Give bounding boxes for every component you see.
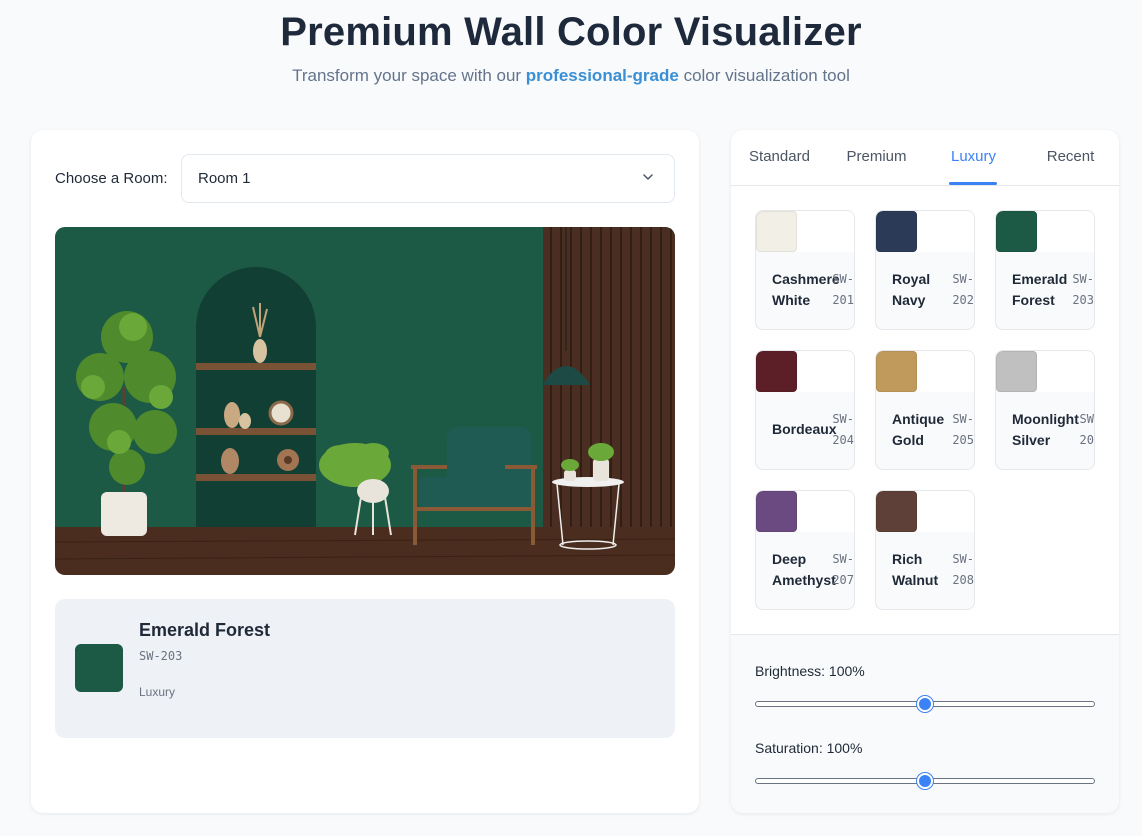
room-selector-label: Choose a Room: [55,170,168,187]
color-chip[interactable]: Emerald Forest SW- 203 [995,210,1095,330]
color-chip-name: Royal Navy [892,271,931,308]
color-chip-swatch [996,211,1037,252]
category-tabs: Standard Premium Luxury Recent [731,130,1119,186]
planter [101,492,147,536]
color-chip[interactable]: Antique Gold SW- 205 [875,350,975,470]
subtitle-text-after: color visualization tool [678,66,850,85]
brightness-slider-thumb[interactable] [917,696,933,712]
selected-color-name: Emerald Forest [139,620,271,640]
color-chip-code: SW- 207 [832,552,854,587]
color-chip-name: Rich Walnut [892,551,939,588]
tab-recent[interactable]: Recent [1022,148,1119,165]
page-title: Premium Wall Color Visualizer [280,10,862,54]
tab-standard[interactable]: Standard [731,148,828,165]
selected-color-card: Emerald Forest SW-203 Luxury [55,599,675,738]
arch-niche [196,267,316,529]
color-chip-code: SW- 202 [952,272,974,307]
color-chip-swatch [996,351,1037,392]
color-chip-name: Moonlight Silver [1012,411,1079,448]
active-tab-indicator [949,182,997,185]
color-chip-name: Emerald Forest [1012,271,1068,308]
floor [55,527,675,575]
color-chip-swatch [756,351,797,392]
tab-luxury[interactable]: Luxury [925,148,1022,165]
color-chip[interactable]: Moonlight Silver SW 20 [995,350,1095,470]
room-select[interactable]: Room 1 [181,154,675,203]
color-chip-swatch [756,211,797,252]
color-chip-code: SW- 201 [832,272,854,307]
saturation-slider-thumb[interactable] [917,773,933,789]
tab-premium[interactable]: Premium [828,148,925,165]
color-chip[interactable]: Bordeaux SW- 204 [755,350,855,470]
subtitle-highlight: professional-grade [525,66,679,85]
page-subtitle: Transform your space with our profession… [0,66,1142,86]
color-chip-code: SW- 204 [832,412,854,447]
saturation-label: Saturation: 100% [755,740,863,756]
brightness-label: Brightness: 100% [755,663,865,679]
color-chip-name: Bordeaux [772,421,837,437]
color-chip-code: SW- 205 [952,412,974,447]
color-chip[interactable]: Deep Amethyst SW- 207 [755,490,855,610]
color-chip-code: SW 20 [1079,412,1094,447]
brightness-slider[interactable] [755,696,1095,712]
chevron-down-icon [643,174,653,180]
color-chip-swatch [876,491,917,532]
selected-color-swatch [75,644,123,692]
selected-color-code: SW-203 [139,649,183,663]
visualizer-panel: Choose a Room: Room 1 Emerald Forest SW-… [31,130,699,813]
color-chip-code: SW- 208 [952,552,974,587]
color-palette: Cashmere White SW- 201 Royal Navy SW- 202 Em… [755,210,1095,610]
color-chip-swatch [876,211,917,252]
color-chip-name: Antique Gold [892,411,945,448]
color-chip-code: SW- 203 [1072,272,1094,307]
room-illustration [55,227,675,575]
selected-color-category: Luxury [139,685,176,699]
color-chip-swatch [876,351,917,392]
room-preview-image [55,227,675,575]
color-chip[interactable]: Cashmere White SW- 201 [755,210,855,330]
adjustment-controls: Brightness: 100% Saturation: 100% [731,634,1119,813]
saturation-slider[interactable] [755,773,1095,789]
subtitle-text-before: Transform your space with our [292,66,526,85]
room-select-value: Room 1 [198,170,251,187]
color-chip-name: Deep Amethyst [772,551,836,588]
color-chip[interactable]: Royal Navy SW- 202 [875,210,975,330]
color-picker-panel: Standard Premium Luxury Recent Cashmere W… [731,130,1119,813]
color-chip[interactable]: Rich Walnut SW- 208 [875,490,975,610]
color-chip-swatch [756,491,797,532]
color-chip-name: Cashmere White [772,271,840,308]
